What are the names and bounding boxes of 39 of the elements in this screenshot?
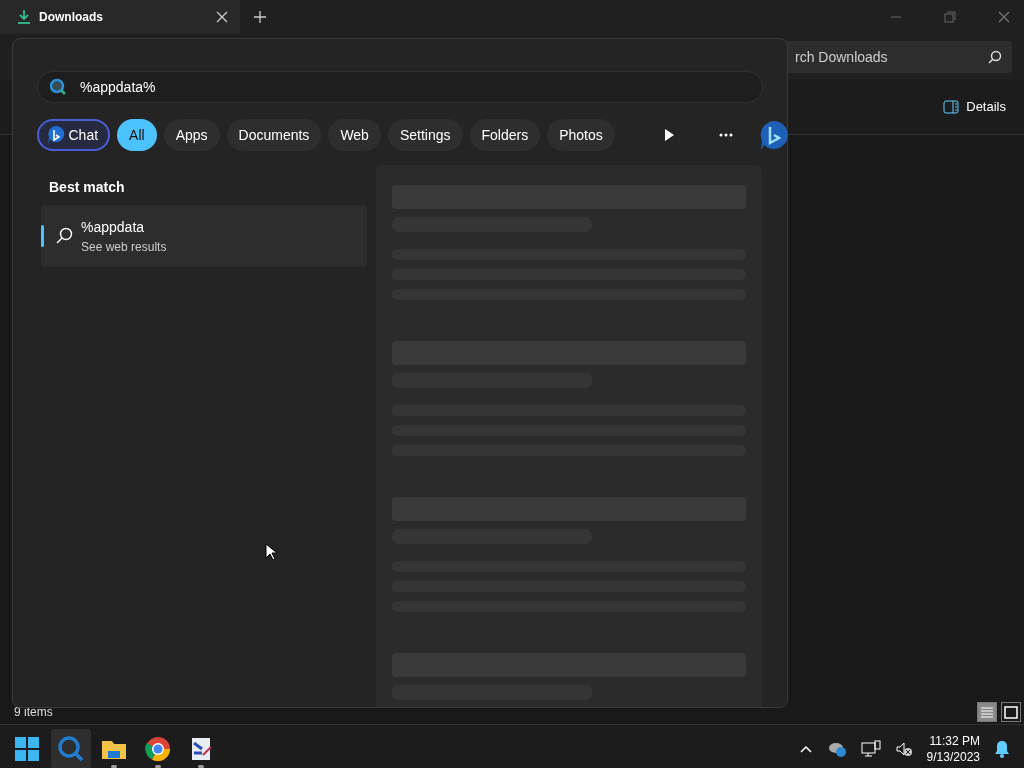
details-button[interactable]: Details xyxy=(943,97,1006,117)
search-field[interactable]: %appdata% xyxy=(37,71,763,103)
search-icon xyxy=(49,78,67,96)
search-icon xyxy=(55,227,73,245)
close-icon xyxy=(216,11,228,23)
pane-icon xyxy=(943,100,960,114)
search-placeholder: rch Downloads xyxy=(794,47,889,67)
clock[interactable]: 11:32 PM 9/13/2023 xyxy=(926,732,980,765)
result-item[interactable]: %appdata See web results xyxy=(41,205,367,267)
scroll-right-button[interactable] xyxy=(663,129,674,141)
item-count: 9 items xyxy=(14,704,53,721)
tiles-view-button[interactable] xyxy=(1000,702,1021,722)
filter-tab[interactable]: Apps xyxy=(163,119,220,151)
filter-tab[interactable]: Photos xyxy=(547,119,615,151)
search-icon xyxy=(988,50,1002,64)
play-icon xyxy=(663,129,674,141)
section-title: Best match xyxy=(48,178,126,197)
filter-tab[interactable]: Folders xyxy=(469,119,541,151)
filter-tab[interactable]: Settings xyxy=(387,119,463,151)
close-icon[interactable] xyxy=(998,11,1010,23)
new-tab-button[interactable] xyxy=(254,11,266,23)
filter-tab[interactable]: Web xyxy=(328,119,381,151)
chat-button[interactable]: Chat xyxy=(37,119,111,151)
chevron-up-icon[interactable] xyxy=(798,743,813,754)
window-tab[interactable]: Downloads xyxy=(0,0,240,34)
mouse-pointer-icon xyxy=(265,543,277,561)
more-icon xyxy=(718,133,733,137)
close-tab-button[interactable] xyxy=(216,11,228,23)
muted-speaker-icon[interactable] xyxy=(894,740,913,757)
filter-tab[interactable]: All xyxy=(117,119,157,151)
more-button[interactable] xyxy=(718,133,733,137)
plus-icon xyxy=(254,11,266,23)
tab-title: Downloads xyxy=(39,9,104,26)
notification-bell-icon[interactable] xyxy=(994,739,1010,758)
download-icon xyxy=(16,9,32,25)
square-icon xyxy=(1001,703,1020,722)
network-icon[interactable] xyxy=(860,739,881,758)
filter-tab[interactable]: Documents xyxy=(226,119,322,151)
chat-icon xyxy=(47,125,65,145)
